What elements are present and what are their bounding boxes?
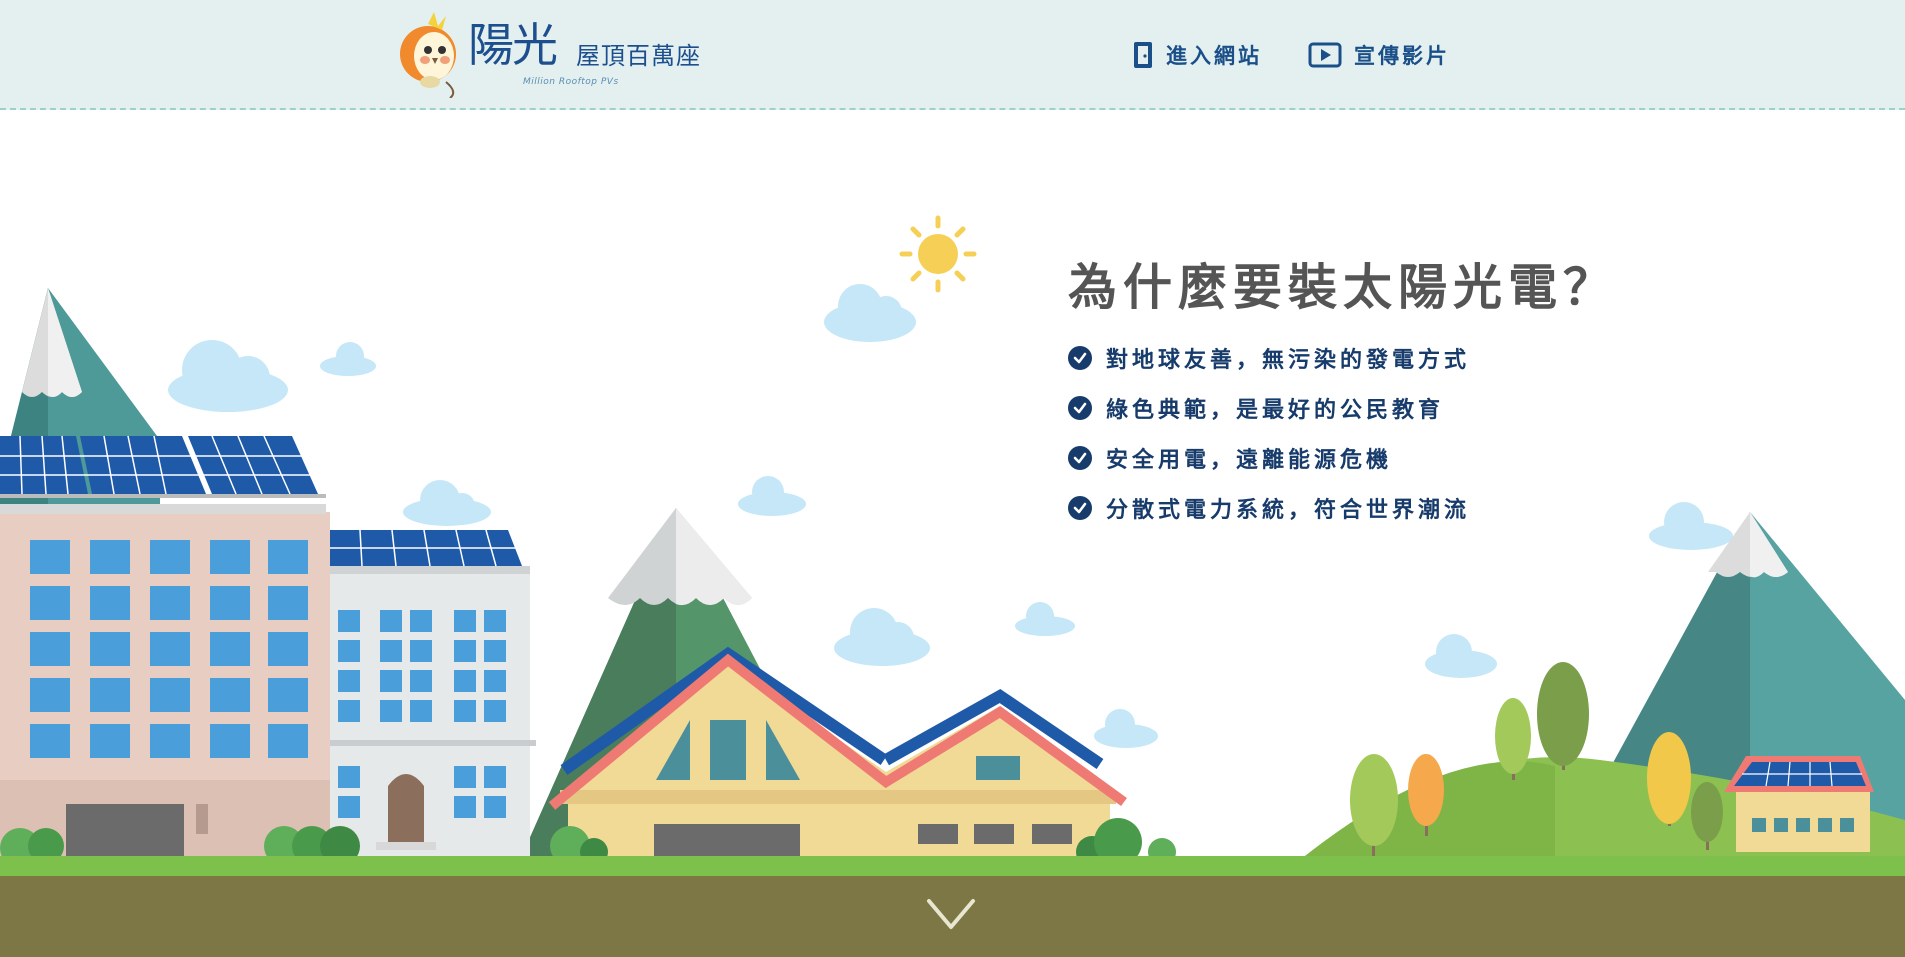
door-icon: [1134, 42, 1152, 68]
check-circle-icon: [1068, 396, 1092, 420]
small-house-solar: [1724, 756, 1874, 852]
list-item: 分散式電力系統，符合世界潮流: [1068, 483, 1470, 533]
list-item: 綠色典範，是最好的公民教育: [1068, 383, 1470, 433]
logo-title-english: Million Rooftop PVs: [523, 77, 619, 87]
site-header: 陽光 屋頂百萬座 Million Rooftop PVs 進入網站 宣傳影片: [0, 0, 1905, 110]
benefit-list: 對地球友善，無污染的發電方式 綠色典範，是最好的公民教育 安全用電，遠離能源危機…: [1068, 333, 1470, 533]
mascot-bird-logo-icon: [400, 12, 456, 98]
benefit-text: 綠色典範，是最好的公民教育: [1106, 398, 1445, 423]
enter-site-label: 進入網站: [1166, 44, 1262, 68]
check-circle-icon: [1068, 346, 1092, 370]
benefit-text: 安全用電，遠離能源危機: [1106, 448, 1393, 473]
enter-site-link[interactable]: 進入網站: [1132, 38, 1262, 72]
grass-strip: [0, 856, 1905, 876]
logo-title-main: 陽光: [468, 18, 558, 72]
benefit-text: 對地球友善，無污染的發電方式: [1106, 348, 1471, 373]
benefit-text: 分散式電力系統，符合世界潮流: [1106, 498, 1471, 523]
office-building-gray: [330, 529, 536, 862]
promo-video-label: 宣傳影片: [1354, 44, 1450, 68]
list-item: 對地球友善，無污染的發電方式: [1068, 333, 1470, 383]
check-circle-icon: [1068, 496, 1092, 520]
solar-town-illustration: [0, 215, 1905, 957]
play-video-icon: [1308, 42, 1342, 68]
logo-title-sub: 屋頂百萬座: [576, 42, 701, 70]
solar-panels-roof-1: [0, 435, 326, 498]
sun-icon: [899, 215, 977, 293]
check-circle-icon: [1068, 446, 1092, 470]
site-logo[interactable]: 陽光 屋頂百萬座 Million Rooftop PVs: [398, 8, 708, 100]
list-item: 安全用電，遠離能源危機: [1068, 433, 1470, 483]
promo-video-link[interactable]: 宣傳影片: [1308, 38, 1450, 72]
page-headline: 為什麼要裝太陽光電？: [1068, 259, 1619, 316]
chevron-down-icon[interactable]: [925, 895, 977, 935]
